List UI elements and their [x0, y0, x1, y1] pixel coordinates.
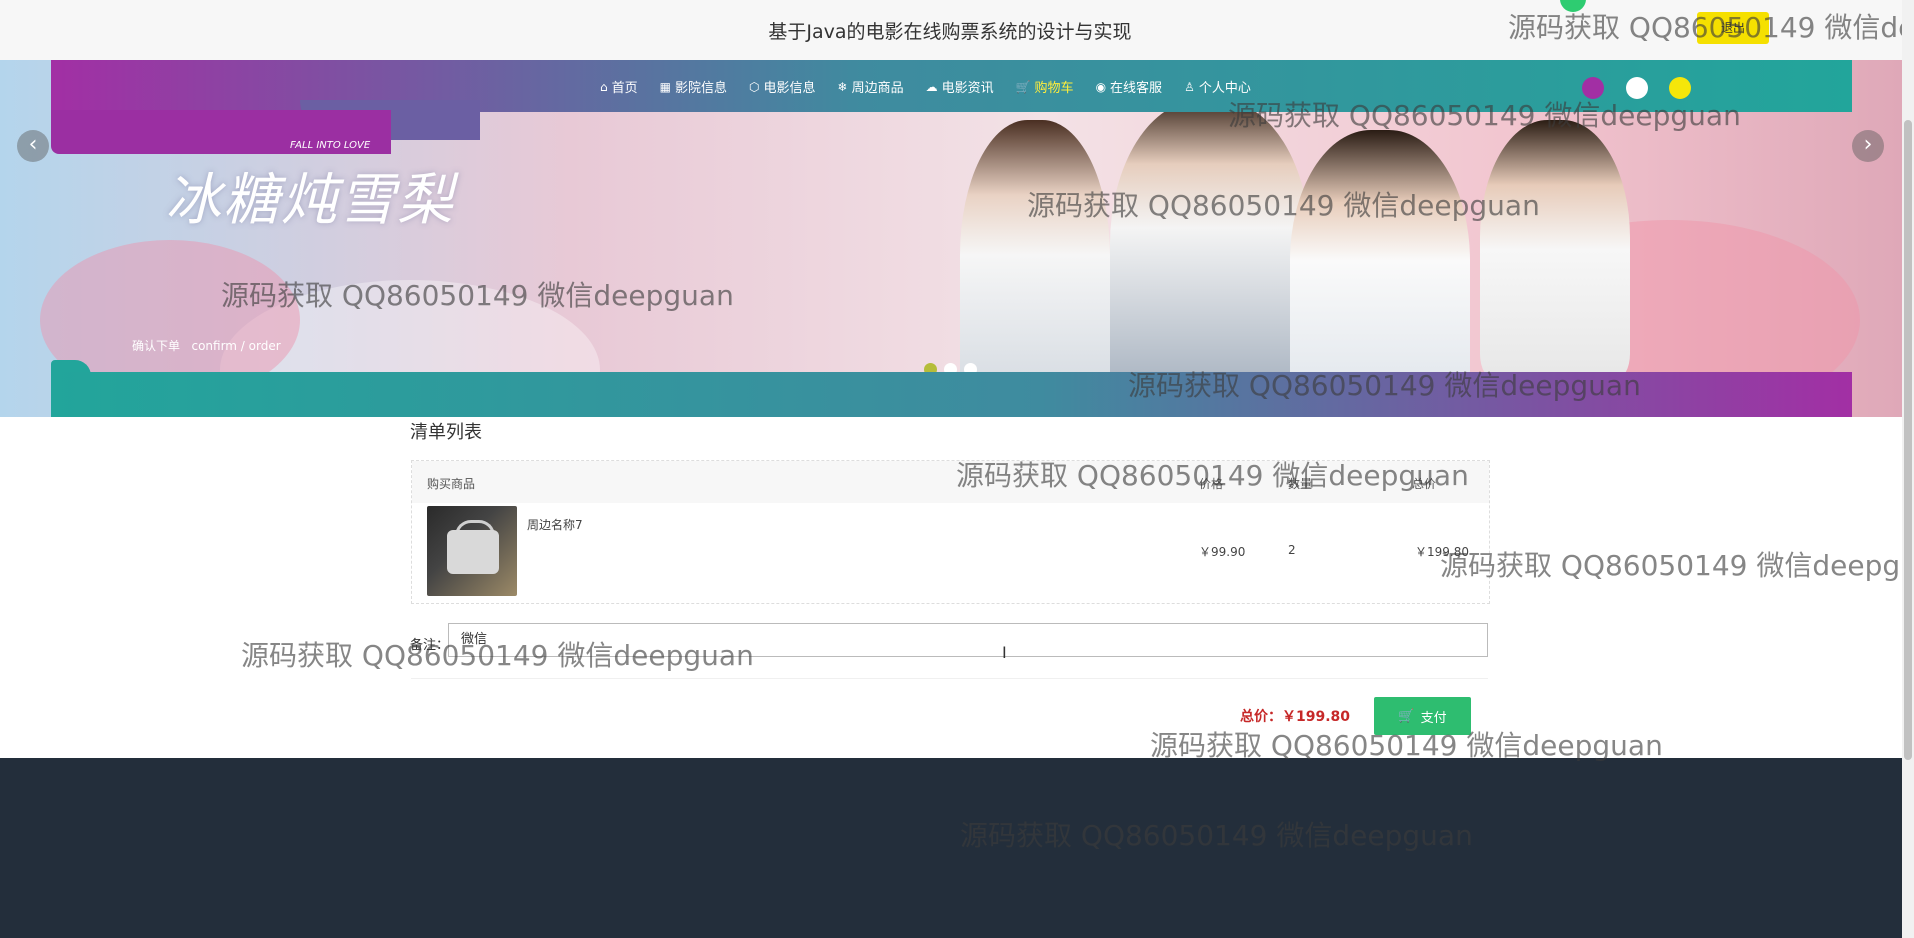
text-cursor-icon: I — [1002, 643, 1007, 662]
column-header: 购买商品 — [427, 477, 476, 491]
carousel-next-button[interactable]: › — [1852, 130, 1884, 162]
nav-item-news[interactable]: ☁ 电影资讯 — [925, 77, 994, 97]
user-icon: ♙ — [1184, 79, 1195, 94]
watermark-text: 源码获取 QQ86050149 微信deepguan — [1150, 729, 1663, 762]
watermark-text: 源码获取 QQ86050149 微信deepguan — [1508, 11, 1902, 44]
cart-icon: 🛒 — [1398, 708, 1415, 724]
watermark-text: 源码获取 QQ86050149 微信deepguan — [221, 279, 734, 312]
product-price: ￥99.90 — [1199, 545, 1246, 559]
banner-subtitle-art: FALL INTO LOVE — [290, 140, 371, 151]
watermark-text: 源码获取 QQ86050149 微信deepguan — [956, 459, 1469, 492]
watermark-text: 源码获取 QQ86050149 微信deepguan — [960, 819, 1473, 852]
breadcrumb: 确认下单 confirm / order — [132, 337, 281, 354]
watermark-text: 源码获取 QQ86050149 微信deepguan — [1440, 549, 1902, 582]
bag-body — [447, 530, 499, 574]
product-image[interactable] — [427, 506, 517, 596]
product-qty: 2 — [1288, 543, 1296, 557]
cinema-icon: ▦ — [659, 79, 671, 94]
support-icon: ◉ — [1095, 79, 1107, 94]
nav-item-cart[interactable]: 🛒 购物车 — [1015, 77, 1074, 97]
scrollbar-thumb[interactable] — [1904, 120, 1912, 760]
snowflake-icon: ❄ — [837, 79, 848, 94]
product-name[interactable]: 周边名称7 — [527, 516, 583, 533]
home-icon: ⌂ — [600, 79, 608, 94]
banner-title-art: 冰糖炖雪梨 — [165, 168, 455, 233]
main-nav: ⌂ 首页 ▦ 影院信息 ⬡ 电影信息 ❄ 周边商品 ☁ 电影资讯 🛒 购物车 ◉ 在线客服 ♙… — [600, 77, 1251, 97]
nav-item-movies[interactable]: ⬡ 电影信息 — [749, 77, 816, 97]
nav-item-home[interactable]: ⌂ 首页 — [600, 77, 638, 97]
nav-item-cinema[interactable]: ▦ 影院信息 — [659, 77, 727, 97]
total-amount: ￥199.80 — [1282, 709, 1351, 725]
banner-figure — [1480, 120, 1630, 380]
breadcrumb-en: confirm / order — [191, 339, 281, 353]
palette-icon: ☁ — [925, 79, 938, 94]
breadcrumb-cn: 确认下单 — [132, 339, 181, 353]
list-title: 清单列表 — [410, 422, 482, 443]
carousel-prev-button[interactable]: ‹ — [17, 130, 49, 162]
cart-icon: 🛒 — [1015, 79, 1031, 94]
watermark-text: 源码获取 QQ86050149 微信deepguan — [241, 639, 754, 672]
watermark-text: 源码获取 QQ86050149 微信deepguan — [1228, 99, 1741, 132]
nav-item-merch[interactable]: ❄ 周边商品 — [837, 77, 904, 97]
footer — [0, 758, 1902, 938]
watermark-text: 源码获取 QQ86050149 微信deepguan — [1128, 369, 1641, 402]
order-total: 总价：￥199.80 — [1240, 709, 1351, 725]
nav-item-support[interactable]: ◉ 在线客服 — [1095, 77, 1163, 97]
cube-icon: ⬡ — [749, 79, 760, 94]
watermark-text: 源码获取 QQ86050149 微信deepguan — [1027, 189, 1540, 222]
